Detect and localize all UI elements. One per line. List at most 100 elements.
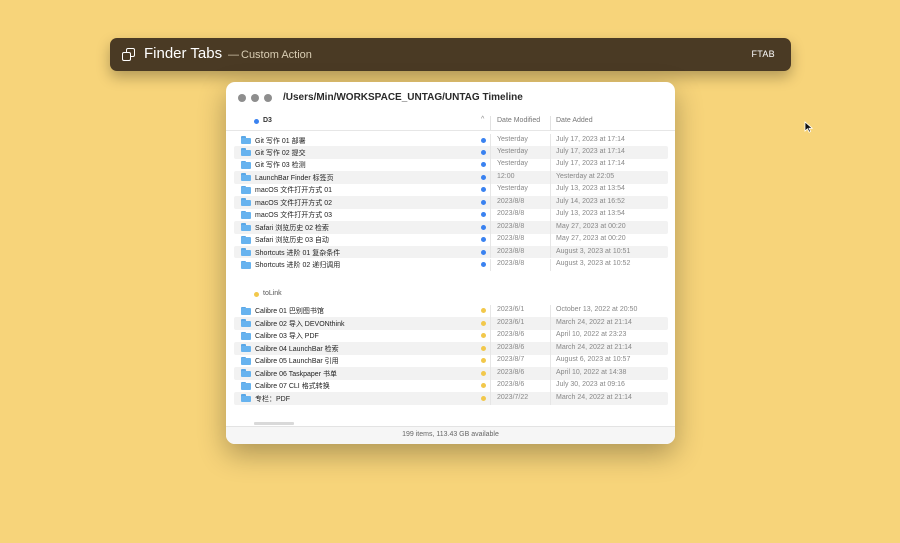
- date-added: July 14, 2023 at 16:52: [556, 197, 625, 205]
- folder-icon: [241, 248, 251, 257]
- file-row[interactable]: Shortcuts 进阶 02 递归调用 2023/8/8 August 3, 20…: [234, 258, 668, 271]
- tag-dot-icon: [481, 149, 486, 155]
- file-row[interactable]: Calibre 02 导入 DEVONthink 2023/6/1 March 24…: [234, 317, 668, 330]
- title-separator: —: [228, 49, 239, 61]
- date-modified: 2023/8/8: [497, 210, 525, 218]
- date-modified: 2023/8/8: [497, 260, 525, 267]
- file-name: macOS 文件打开方式 03: [255, 212, 333, 220]
- tag-dot-icon: [254, 291, 259, 297]
- date-modified: 2023/6/1: [497, 306, 525, 314]
- date-added: August 3, 2023 at 10:51: [556, 247, 631, 255]
- column-date-added[interactable]: Date Added: [556, 117, 593, 124]
- file-name: Calibre 05 LaunchBar 引用: [255, 358, 339, 366]
- next-group-header-peek: [254, 422, 294, 425]
- date-modified: 2023/8/8: [497, 235, 525, 243]
- tag-dot-icon: [481, 358, 486, 364]
- group-name[interactable]: D3: [263, 117, 272, 124]
- file-name: Git 写作 01 部署: [255, 137, 306, 145]
- file-row[interactable]: Calibre 07 CLI 格式转换 2023/8/6 July 30, 2023…: [234, 379, 668, 393]
- folder-icon: [241, 160, 251, 169]
- date-added: March 24, 2022 at 21:14: [556, 393, 632, 401]
- date-modified: Yesterday: [497, 160, 528, 168]
- file-name: macOS 文件打开方式 01: [255, 187, 333, 195]
- tag-dot-icon: [481, 320, 486, 326]
- tag-dot-icon: [481, 212, 486, 218]
- status-bar: 199 items, 113.43 GB available: [226, 426, 675, 444]
- folder-icon: [241, 223, 251, 232]
- date-modified: 2023/8/6: [497, 331, 525, 339]
- window-title-path: /Users/Min/WORKSPACE_UNTAG/UNTAG Timelin…: [283, 92, 523, 103]
- date-added: July 17, 2023 at 17:14: [556, 160, 625, 168]
- file-name: Calibre 06 Taskpaper 书单: [255, 370, 337, 378]
- tag-dot-icon: [481, 262, 486, 267]
- file-row[interactable]: Git 写作 03 检测 Yesterday July 17, 2023 at 17…: [234, 158, 668, 172]
- chevron-up-icon[interactable]: ^: [481, 116, 484, 123]
- date-added: May 27, 2023 at 00:20: [556, 222, 626, 230]
- file-name: Shortcuts 进阶 02 递归调用: [255, 262, 341, 269]
- file-row[interactable]: macOS 文件打开方式 01 Yesterday July 13, 2023 at…: [234, 183, 668, 197]
- file-row[interactable]: macOS 文件打开方式 03 2023/8/8 July 13, 2023 at …: [234, 208, 668, 222]
- file-row[interactable]: LaunchBar Finder 标签页 12:00 Yesterday at 22…: [234, 171, 668, 184]
- tag-dot-icon: [481, 395, 486, 401]
- file-row[interactable]: Safari 浏览历史 02 检索 2023/8/8 May 27, 2023 at…: [234, 221, 668, 234]
- file-row[interactable]: Git 写作 02 提交 Yesterday July 17, 2023 at 17…: [234, 146, 668, 159]
- folder-icon: [241, 394, 251, 403]
- tabs-icon: [121, 47, 137, 63]
- minimize-button[interactable]: [251, 94, 259, 102]
- file-name: 专栏：PDF: [255, 395, 290, 403]
- tag-dot-icon: [481, 187, 486, 193]
- status-text: 199 items, 113.43 GB available: [402, 431, 499, 438]
- file-row[interactable]: Safari 浏览历史 03 自动 2023/8/8 May 27, 2023 at…: [234, 233, 668, 247]
- file-name: Calibre 01 巴别图书馆: [255, 308, 324, 316]
- close-button[interactable]: [238, 94, 246, 102]
- file-name: Calibre 03 导入 PDF: [255, 333, 319, 341]
- date-added: April 10, 2022 at 14:38: [556, 368, 627, 376]
- folder-icon: [241, 235, 251, 244]
- date-added: July 13, 2023 at 13:54: [556, 185, 625, 193]
- group-header: toLink: [226, 289, 675, 301]
- file-row[interactable]: macOS 文件打开方式 02 2023/8/8 July 14, 2023 at …: [234, 196, 668, 209]
- file-row[interactable]: Calibre 03 导入 PDF 2023/8/6 April 10, 2022 …: [234, 329, 668, 343]
- date-added: April 10, 2022 at 23:23: [556, 331, 627, 339]
- file-row[interactable]: Calibre 01 巴别图书馆 2023/6/1 October 13, 2022…: [234, 304, 668, 318]
- tag-dot-icon: [481, 199, 486, 205]
- tag-dot-icon: [481, 224, 486, 230]
- file-row[interactable]: Calibre 05 LaunchBar 引用 2023/8/7 August 6,…: [234, 354, 668, 368]
- finder-window: /Users/Min/WORKSPACE_UNTAG/UNTAG Timelin…: [226, 82, 675, 444]
- folder-icon: [241, 260, 251, 269]
- folder-icon: [241, 331, 251, 340]
- file-name: Safari 浏览历史 02 检索: [255, 224, 329, 232]
- date-added: Yesterday at 22:05: [556, 172, 615, 180]
- date-added: March 24, 2022 at 21:14: [556, 343, 632, 351]
- column-date-modified[interactable]: Date Modified: [497, 117, 540, 124]
- group-name[interactable]: toLink: [263, 290, 282, 297]
- file-name: Safari 浏览历史 03 自动: [255, 237, 329, 245]
- file-name: Git 写作 02 提交: [255, 149, 306, 157]
- file-name: Shortcuts 进阶 01 复杂条件: [255, 249, 341, 257]
- date-modified: 2023/8/8: [497, 222, 525, 230]
- date-modified: 2023/6/1: [497, 318, 525, 326]
- mouse-cursor-icon: [804, 121, 814, 133]
- date-added: October 13, 2022 at 20:50: [556, 306, 638, 314]
- file-row[interactable]: Calibre 06 Taskpaper 书单 2023/8/6 April 10,…: [234, 367, 668, 380]
- folder-icon: [241, 381, 251, 390]
- file-row[interactable]: 专栏：PDF 2023/7/22 March 24, 2022 at 21:14: [234, 392, 668, 405]
- folder-icon: [241, 198, 251, 207]
- zoom-button[interactable]: [264, 94, 272, 102]
- file-row[interactable]: Shortcuts 进阶 01 复杂条件 2023/8/8 August 3, 20…: [234, 246, 668, 259]
- date-modified: 2023/8/6: [497, 343, 525, 351]
- launcher-bar[interactable]: Finder Tabs — Custom Action FTAB: [110, 38, 791, 71]
- folder-icon: [241, 173, 251, 182]
- file-name: Calibre 02 导入 DEVONthink: [255, 320, 345, 328]
- tag-dot-icon: [481, 383, 486, 389]
- tag-dot-icon: [481, 237, 486, 243]
- tag-dot-icon: [481, 249, 486, 255]
- tag-dot-icon: [481, 308, 486, 314]
- folder-icon: [241, 210, 251, 219]
- file-row[interactable]: Git 写作 01 部署 Yesterday July 17, 2023 at 17…: [234, 134, 668, 147]
- folder-icon: [241, 356, 251, 365]
- file-row[interactable]: Calibre 04 LaunchBar 检索 2023/8/6 March 24,…: [234, 342, 668, 355]
- date-modified: Yesterday: [497, 147, 528, 155]
- file-name: LaunchBar Finder 标签页: [255, 174, 334, 182]
- folder-icon: [241, 148, 251, 157]
